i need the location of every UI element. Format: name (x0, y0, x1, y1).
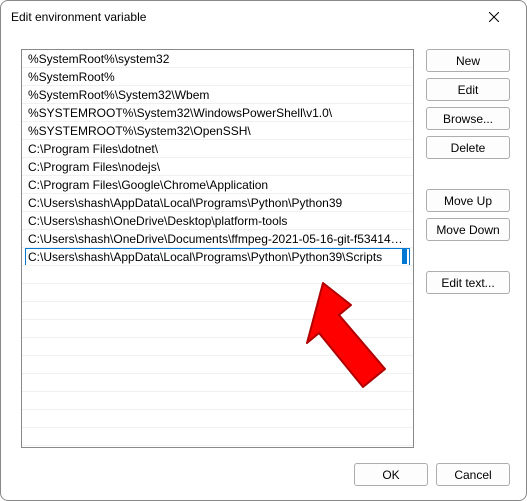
list-item-empty[interactable] (22, 356, 413, 374)
list-item[interactable]: C:\Users\shash\OneDrive\Desktop\platform… (22, 212, 413, 230)
close-icon (489, 12, 499, 22)
list-item[interactable]: C:\Program Files\nodejs\ (22, 158, 413, 176)
side-buttons: New Edit Browse... Delete Move Up Move D… (426, 49, 510, 448)
titlebar: Edit environment variable (1, 1, 526, 33)
list-item[interactable]: %SystemRoot% (22, 68, 413, 86)
list-item[interactable]: %SYSTEMROOT%\System32\WindowsPowerShell\… (22, 104, 413, 122)
list-item-empty[interactable] (22, 320, 413, 338)
dialog-content: %SystemRoot%\system32 %SystemRoot% %Syst… (21, 49, 510, 448)
path-edit-input[interactable] (26, 249, 409, 266)
list-item-empty[interactable] (22, 392, 413, 410)
list-item-empty[interactable] (22, 266, 413, 284)
new-button[interactable]: New (426, 49, 510, 72)
path-listbox[interactable]: %SystemRoot%\system32 %SystemRoot% %Syst… (21, 49, 414, 448)
delete-button[interactable]: Delete (426, 136, 510, 159)
list-item-editing[interactable] (22, 248, 413, 266)
list-item[interactable]: C:\Program Files\Google\Chrome\Applicati… (22, 176, 413, 194)
browse-button[interactable]: Browse... (426, 107, 510, 130)
list-item-empty[interactable] (22, 374, 413, 392)
cancel-button[interactable]: Cancel (436, 463, 510, 486)
close-button[interactable] (472, 3, 516, 31)
list-item-empty[interactable] (22, 302, 413, 320)
list-item[interactable]: C:\Users\shash\OneDrive\Documents\ffmpeg… (22, 230, 413, 248)
list-item-empty[interactable] (22, 338, 413, 356)
dialog-footer: OK Cancel (354, 463, 510, 486)
list-item[interactable]: C:\Program Files\dotnet\ (22, 140, 413, 158)
window-title: Edit environment variable (11, 10, 472, 24)
list-item-empty[interactable] (22, 428, 413, 446)
text-caret (402, 249, 407, 264)
list-item[interactable]: %SystemRoot%\System32\Wbem (22, 86, 413, 104)
move-up-button[interactable]: Move Up (426, 189, 510, 212)
list-item-empty[interactable] (22, 284, 413, 302)
edit-text-button[interactable]: Edit text... (426, 271, 510, 294)
ok-button[interactable]: OK (354, 463, 428, 486)
list-item[interactable]: %SystemRoot%\system32 (22, 50, 413, 68)
list-item[interactable]: %SYSTEMROOT%\System32\OpenSSH\ (22, 122, 413, 140)
move-down-button[interactable]: Move Down (426, 218, 510, 241)
edit-button[interactable]: Edit (426, 78, 510, 101)
list-item-empty[interactable] (22, 410, 413, 428)
list-item[interactable]: C:\Users\shash\AppData\Local\Programs\Py… (22, 194, 413, 212)
